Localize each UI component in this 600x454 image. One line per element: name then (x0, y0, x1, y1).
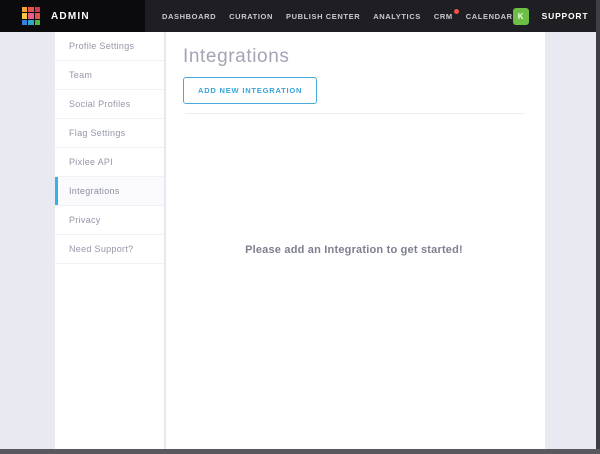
sidebar-item-label: Team (69, 70, 92, 80)
integrations-panel: Integrations ADD NEW INTEGRATION Please … (166, 32, 545, 454)
sidebar-item-team[interactable]: Team (55, 61, 164, 90)
nav-item-dashboard[interactable]: DASHBOARD (162, 12, 216, 21)
settings-sidebar: Profile Settings Team Social Profiles Fl… (55, 32, 165, 454)
empty-state-message: Please add an Integration to get started… (183, 244, 525, 256)
sidebar-item-label: Profile Settings (69, 41, 134, 51)
pixlee-logo-icon (22, 7, 40, 25)
sidebar-item-pixlee-api[interactable]: Pixlee API (55, 148, 164, 177)
sidebar-item-privacy[interactable]: Privacy (55, 206, 164, 235)
nav-item-crm[interactable]: CRM (434, 12, 453, 21)
logo-tile (35, 13, 40, 18)
logo-tile (22, 7, 27, 12)
logo-tile (28, 13, 33, 18)
nav-item-publish-center[interactable]: PUBLISH CENTER (286, 12, 360, 21)
sidebar-item-label: Privacy (69, 215, 101, 225)
sidebar-item-integrations[interactable]: Integrations (55, 177, 164, 206)
section-divider (185, 113, 525, 114)
add-new-integration-button[interactable]: ADD NEW INTEGRATION (183, 77, 317, 104)
sidebar-item-profile-settings[interactable]: Profile Settings (55, 32, 164, 61)
sidebar-item-label: Flag Settings (69, 128, 125, 138)
nav-item-analytics[interactable]: ANALYTICS (373, 12, 421, 21)
sidebar-item-social-profiles[interactable]: Social Profiles (55, 90, 164, 119)
notification-dot-icon (454, 9, 459, 14)
primary-nav: DASHBOARD CURATION PUBLISH CENTER ANALYT… (162, 0, 513, 32)
logo-tile (28, 20, 33, 25)
support-link[interactable]: SUPPORT (542, 11, 589, 21)
sidebar-item-need-support[interactable]: Need Support? (55, 235, 164, 264)
logo-tile (35, 20, 40, 25)
logo-tile (28, 7, 33, 12)
top-navbar: ADMIN DASHBOARD CURATION PUBLISH CENTER … (0, 0, 600, 32)
window-right-edge (596, 0, 600, 454)
logo-tile (35, 7, 40, 12)
nav-item-curation[interactable]: CURATION (229, 12, 273, 21)
sidebar-item-label: Integrations (69, 186, 120, 196)
chat-widget-badge[interactable]: K (513, 8, 529, 25)
nav-item-calendar[interactable]: CALENDAR (466, 12, 513, 21)
window-bottom-edge (0, 449, 600, 454)
sidebar-item-label: Need Support? (69, 244, 133, 254)
sidebar-item-label: Social Profiles (69, 99, 131, 109)
active-item-accent-bar (55, 177, 58, 205)
sidebar-item-flag-settings[interactable]: Flag Settings (55, 119, 164, 148)
brand-home-link[interactable]: ADMIN (0, 0, 145, 32)
admin-label: ADMIN (51, 11, 90, 22)
logo-tile (22, 20, 27, 25)
navbar-right-group: K SUPPORT (513, 0, 600, 32)
page-title: Integrations (183, 46, 525, 68)
logo-tile (22, 13, 27, 18)
sidebar-item-label: Pixlee API (69, 157, 113, 167)
